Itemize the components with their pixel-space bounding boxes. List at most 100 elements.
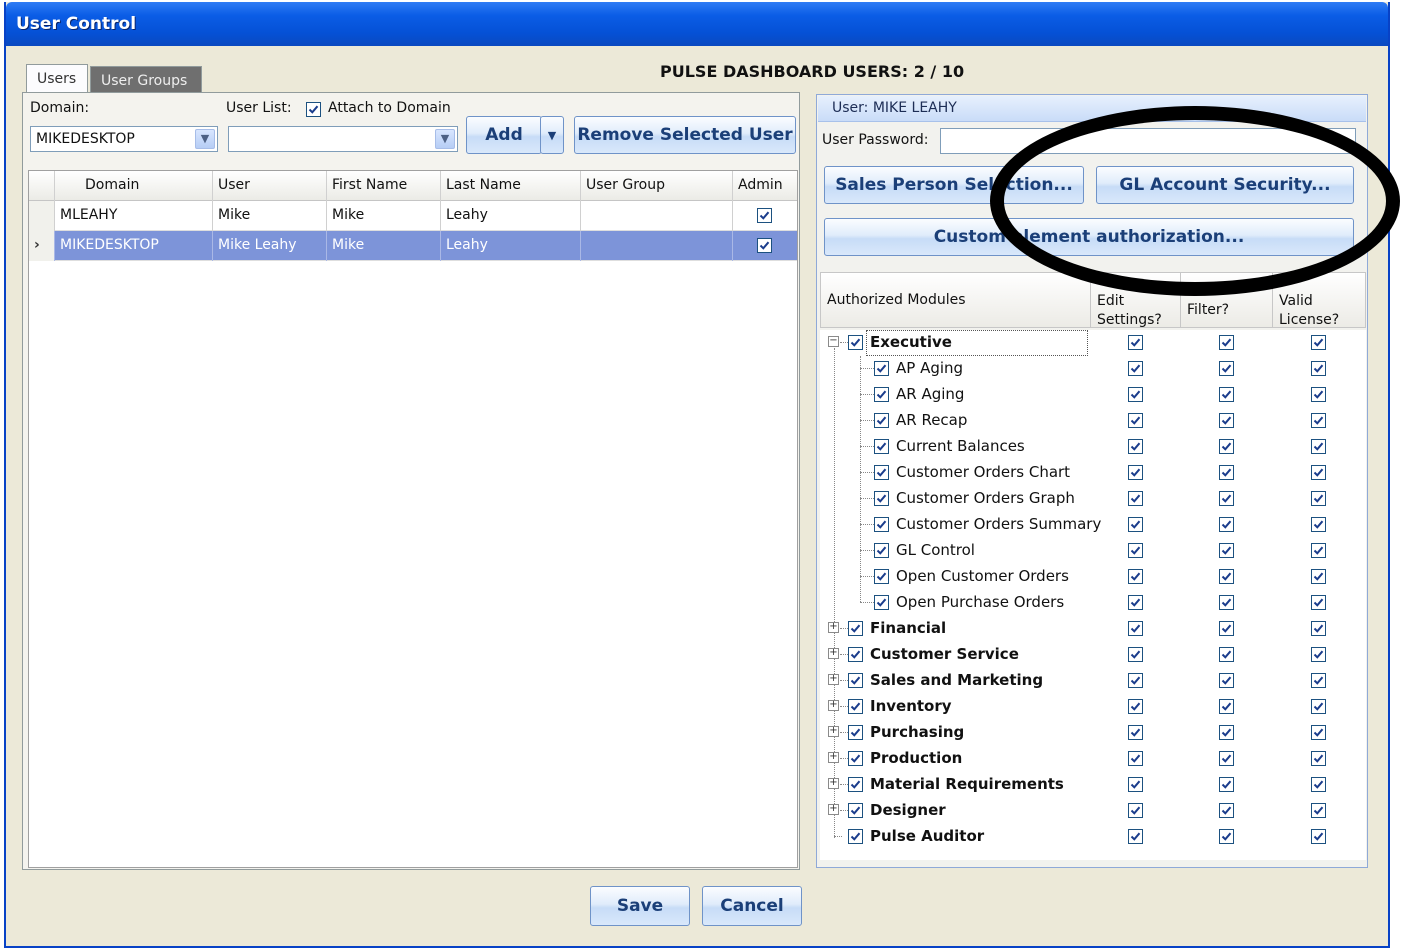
module-checkbox[interactable]	[874, 595, 889, 610]
col-user-group[interactable]: User Group	[581, 171, 733, 201]
module-checkbox[interactable]	[874, 569, 889, 584]
filter-checkbox[interactable]	[1219, 595, 1234, 610]
valid-license-checkbox[interactable]	[1311, 361, 1326, 376]
module-checkbox[interactable]	[874, 439, 889, 454]
filter-checkbox[interactable]	[1219, 413, 1234, 428]
module-checkbox[interactable]	[848, 777, 863, 792]
expand-icon[interactable]: +	[828, 804, 839, 815]
filter-checkbox[interactable]	[1219, 491, 1234, 506]
valid-license-checkbox[interactable]	[1311, 803, 1326, 818]
filter-checkbox[interactable]	[1219, 803, 1234, 818]
edit-settings-checkbox[interactable]	[1128, 387, 1143, 402]
valid-license-checkbox[interactable]	[1311, 751, 1326, 766]
filter-checkbox[interactable]	[1219, 673, 1234, 688]
table-row[interactable]: MLEAHY Mike Mike Leahy	[29, 201, 797, 231]
valid-license-checkbox[interactable]	[1311, 413, 1326, 428]
valid-license-checkbox[interactable]	[1311, 387, 1326, 402]
edit-settings-checkbox[interactable]	[1128, 621, 1143, 636]
module-checkbox[interactable]	[874, 465, 889, 480]
module-checkbox[interactable]	[848, 673, 863, 688]
col-domain[interactable]: Domain	[55, 171, 213, 201]
tree-item[interactable]: + Production	[820, 746, 1366, 772]
tree-item[interactable]: GL Control	[820, 538, 1366, 564]
attach-to-domain-checkbox[interactable]	[306, 102, 321, 117]
valid-license-checkbox[interactable]	[1311, 517, 1326, 532]
col-admin[interactable]: Admin	[733, 171, 797, 201]
expand-icon[interactable]: +	[828, 622, 839, 633]
edit-settings-checkbox[interactable]	[1128, 465, 1143, 480]
filter-checkbox[interactable]	[1219, 335, 1234, 350]
tree-item[interactable]: Customer Orders Summary	[820, 512, 1366, 538]
tree-item[interactable]: AP Aging	[820, 356, 1366, 382]
edit-settings-checkbox[interactable]	[1128, 517, 1143, 532]
filter-checkbox[interactable]	[1219, 439, 1234, 454]
col-last-name[interactable]: Last Name	[441, 171, 581, 201]
tree-item[interactable]: + Inventory	[820, 694, 1366, 720]
valid-license-checkbox[interactable]	[1311, 335, 1326, 350]
filter-checkbox[interactable]	[1219, 465, 1234, 480]
edit-settings-checkbox[interactable]	[1128, 751, 1143, 766]
valid-license-checkbox[interactable]	[1311, 777, 1326, 792]
tree-item[interactable]: + Sales and Marketing	[820, 668, 1366, 694]
tree-item[interactable]: AR Recap	[820, 408, 1366, 434]
tree-item[interactable]: + Designer	[820, 798, 1366, 824]
add-button[interactable]: Add	[466, 116, 542, 154]
tree-item[interactable]: Pulse Auditor	[820, 824, 1366, 850]
admin-checkbox[interactable]	[757, 238, 772, 253]
tree-item[interactable]: + Customer Service	[820, 642, 1366, 668]
admin-checkbox[interactable]	[757, 208, 772, 223]
valid-license-checkbox[interactable]	[1311, 543, 1326, 558]
col-first-name[interactable]: First Name	[327, 171, 441, 201]
module-checkbox[interactable]	[874, 413, 889, 428]
edit-settings-checkbox[interactable]	[1128, 569, 1143, 584]
edit-settings-checkbox[interactable]	[1128, 673, 1143, 688]
filter-checkbox[interactable]	[1219, 725, 1234, 740]
tree-item[interactable]: + Material Requirements	[820, 772, 1366, 798]
tree-item[interactable]: Current Balances	[820, 434, 1366, 460]
chevron-down-icon[interactable]: ▼	[435, 129, 455, 149]
module-checkbox[interactable]	[874, 517, 889, 532]
valid-license-checkbox[interactable]	[1311, 465, 1326, 480]
module-checkbox[interactable]	[874, 543, 889, 558]
valid-license-checkbox[interactable]	[1311, 829, 1326, 844]
expand-icon[interactable]: +	[828, 752, 839, 763]
user-list-combo[interactable]: ▼	[228, 126, 458, 152]
module-checkbox[interactable]	[848, 725, 863, 740]
edit-settings-checkbox[interactable]	[1128, 803, 1143, 818]
edit-settings-checkbox[interactable]	[1128, 361, 1143, 376]
edit-settings-checkbox[interactable]	[1128, 829, 1143, 844]
filter-checkbox[interactable]	[1219, 387, 1234, 402]
filter-checkbox[interactable]	[1219, 543, 1234, 558]
tree-item[interactable]: Customer Orders Graph	[820, 486, 1366, 512]
filter-checkbox[interactable]	[1219, 569, 1234, 584]
filter-checkbox[interactable]	[1219, 361, 1234, 376]
edit-settings-checkbox[interactable]	[1128, 491, 1143, 506]
module-checkbox[interactable]	[848, 621, 863, 636]
filter-checkbox[interactable]	[1219, 621, 1234, 636]
valid-license-checkbox[interactable]	[1311, 699, 1326, 714]
tree-item[interactable]: Open Customer Orders	[820, 564, 1366, 590]
valid-license-checkbox[interactable]	[1311, 595, 1326, 610]
filter-checkbox[interactable]	[1219, 777, 1234, 792]
module-checkbox[interactable]	[848, 335, 863, 350]
tree-item[interactable]: AR Aging	[820, 382, 1366, 408]
valid-license-checkbox[interactable]	[1311, 725, 1326, 740]
module-checkbox[interactable]	[874, 361, 889, 376]
domain-combo[interactable]: MIKEDESKTOP ▼	[30, 126, 218, 152]
edit-settings-checkbox[interactable]	[1128, 543, 1143, 558]
tree-item[interactable]: Customer Orders Chart	[820, 460, 1366, 486]
edit-settings-checkbox[interactable]	[1128, 439, 1143, 454]
filter-checkbox[interactable]	[1219, 751, 1234, 766]
edit-settings-checkbox[interactable]	[1128, 595, 1143, 610]
valid-license-checkbox[interactable]	[1311, 569, 1326, 584]
valid-license-checkbox[interactable]	[1311, 647, 1326, 662]
edit-settings-checkbox[interactable]	[1128, 413, 1143, 428]
add-dropdown-button[interactable]: ▼	[540, 116, 564, 154]
remove-selected-user-button[interactable]: Remove Selected User	[574, 116, 796, 154]
valid-license-checkbox[interactable]	[1311, 621, 1326, 636]
tab-users[interactable]: Users	[26, 64, 88, 94]
tree-item[interactable]: Open Purchase Orders	[820, 590, 1366, 616]
filter-checkbox[interactable]	[1219, 647, 1234, 662]
table-row-selected[interactable]: › MIKEDESKTOP Mike Leahy Mike Leahy	[29, 231, 797, 261]
module-checkbox[interactable]	[874, 491, 889, 506]
